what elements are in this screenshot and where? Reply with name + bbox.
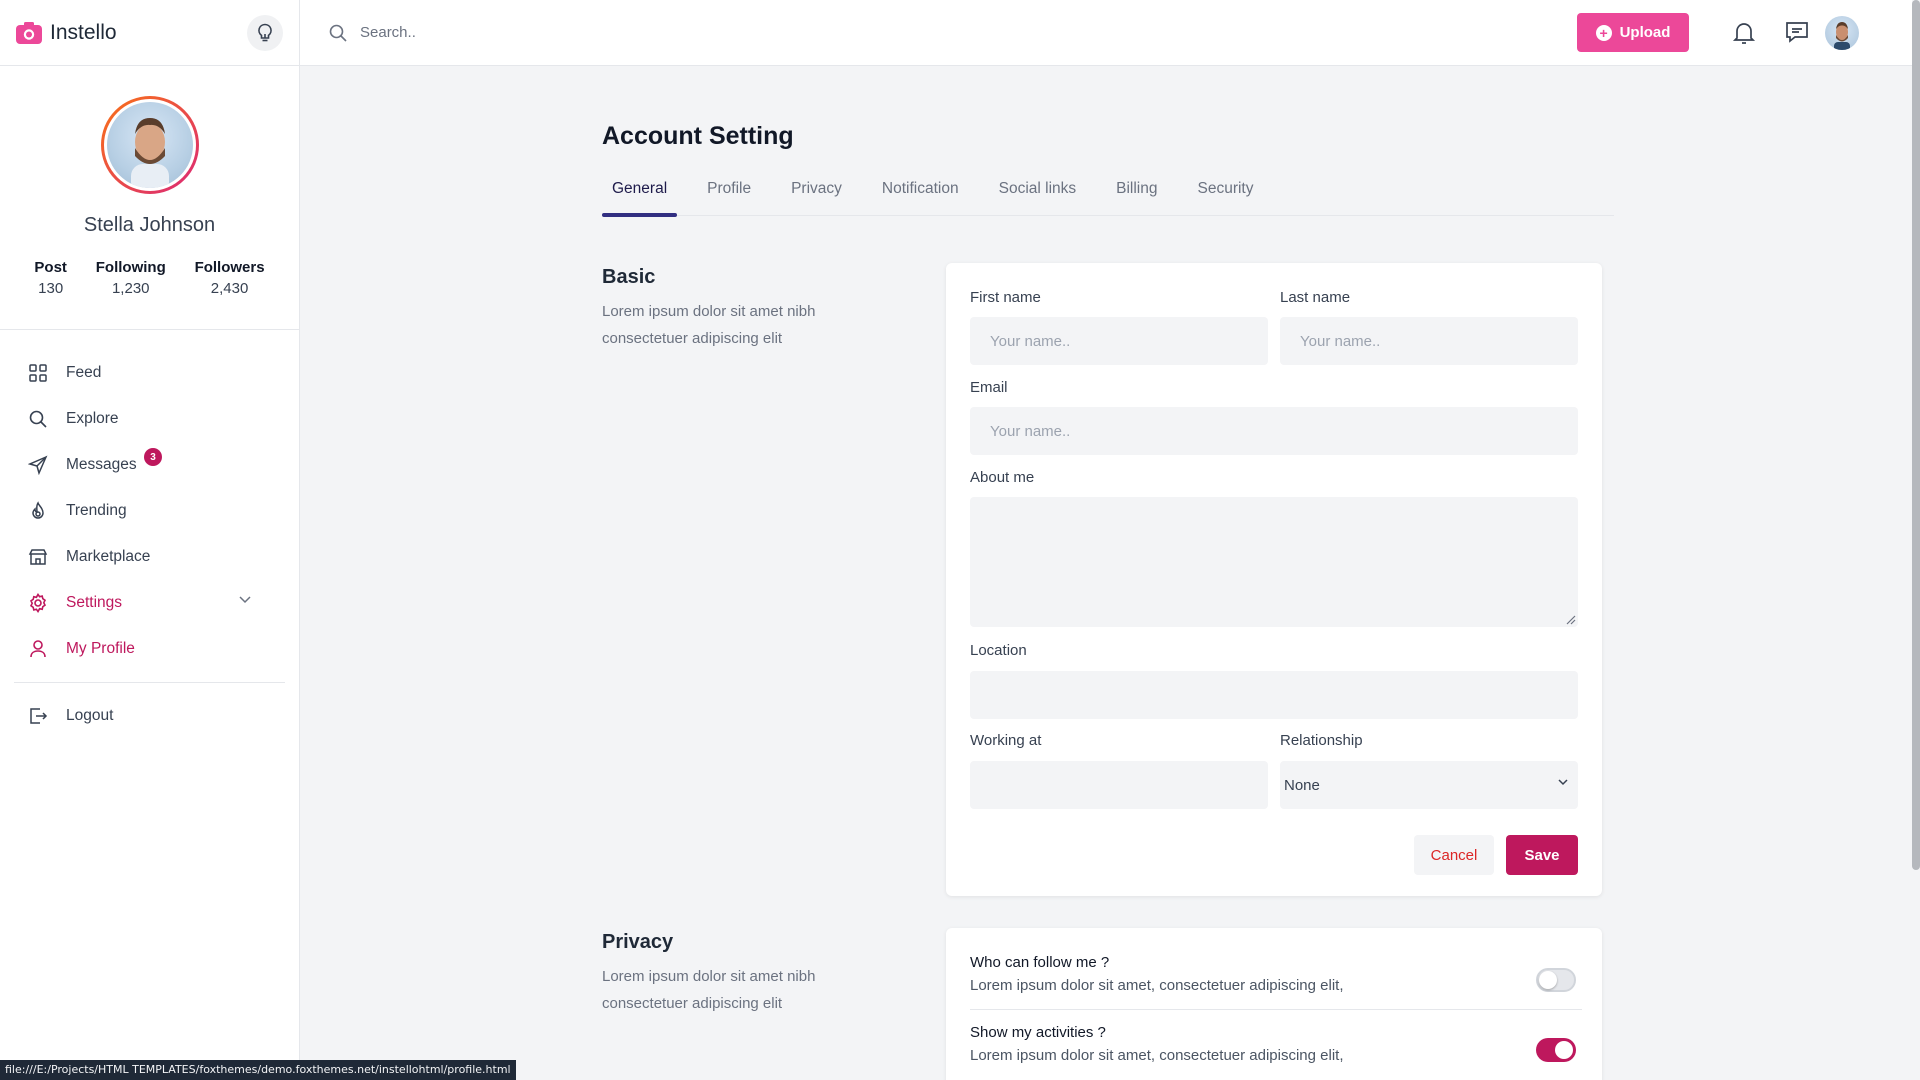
email-input[interactable]: Your name..	[970, 407, 1578, 455]
sidebar-item-label: Messages	[66, 456, 137, 473]
tab-profile[interactable]: Profile	[697, 172, 761, 216]
location-input[interactable]	[970, 671, 1578, 719]
relationship-label: Relationship	[1280, 732, 1363, 749]
lightbulb-icon[interactable]	[247, 14, 283, 51]
first-name-input[interactable]: Your name..	[970, 317, 1268, 365]
brand-bar: Instello	[0, 0, 299, 66]
sidebar-item-label: Explore	[66, 410, 119, 427]
stat-followers[interactable]: Followers 2,430	[195, 259, 265, 297]
save-button[interactable]: Save	[1506, 835, 1578, 875]
scrollbar[interactable]	[1912, 0, 1920, 1080]
search-input[interactable]	[360, 24, 760, 41]
privacy-row-title: Who can follow me ?	[970, 954, 1110, 971]
camera-icon[interactable]	[16, 21, 42, 44]
sidebar-item-messages[interactable]: Messages 3	[0, 442, 299, 488]
store-icon	[28, 549, 48, 565]
tab-notification[interactable]: Notification	[872, 172, 969, 216]
logout-icon	[30, 708, 48, 724]
stat-post[interactable]: Post 130	[34, 259, 67, 297]
sidebar-item-label: Trending	[66, 502, 127, 519]
location-label: Location	[970, 642, 1027, 659]
page-title: Account Setting	[602, 122, 794, 150]
basic-section-title: Basic	[602, 266, 656, 288]
fire-icon	[32, 501, 44, 519]
basic-section-desc: Lorem ipsum dolor sit amet nibh consecte…	[602, 303, 816, 347]
header-avatar[interactable]	[1825, 16, 1859, 50]
privacy-row-activities: Show my activities ? Lorem ipsum dolor s…	[970, 1024, 1582, 1064]
sidebar: Instello Stella Johnson Post130 Followi	[0, 0, 300, 1080]
nav-divider	[14, 682, 285, 683]
privacy-divider	[970, 1009, 1582, 1010]
profile-summary: Stella Johnson Post 130 Following 1,230 Fo…	[0, 66, 299, 330]
follow-toggle[interactable]	[1536, 968, 1576, 992]
sidebar-item-logout[interactable]: Logout	[0, 693, 299, 739]
sidebar-item-explore[interactable]: Explore	[0, 396, 299, 442]
tab-security[interactable]: Security	[1188, 172, 1264, 216]
chat-icon[interactable]	[1784, 20, 1810, 44]
status-bar-url: file:///E:/Projects/HTML TEMPLATES/foxth…	[0, 1060, 516, 1080]
tab-general[interactable]: General	[602, 172, 678, 217]
working-at-label: Working at	[970, 732, 1042, 749]
sidebar-item-trending[interactable]: Trending	[0, 488, 299, 534]
gear-icon	[29, 593, 47, 613]
chevron-down-icon[interactable]	[239, 596, 251, 604]
sidebar-item-label: Settings	[66, 594, 123, 611]
privacy-row-follow: Who can follow me ? Lorem ipsum dolor si…	[970, 954, 1582, 994]
sidebar-item-my-profile[interactable]: My Profile	[0, 626, 299, 672]
privacy-row-desc: Lorem ipsum dolor sit amet, consectetuer…	[970, 977, 1344, 994]
chevron-down-icon	[1558, 779, 1568, 786]
profile-stats: Post 130 Following 1,230 Followers 2,430	[0, 259, 299, 297]
plus-icon: +	[1595, 24, 1612, 41]
sidebar-nav: Feed Explore Messages 3 Trending Marketp…	[0, 330, 299, 739]
last-name-input[interactable]: Your name..	[1280, 317, 1578, 365]
grid-icon	[29, 364, 47, 382]
activities-toggle[interactable]	[1536, 1038, 1576, 1062]
privacy-section-title: Privacy	[602, 931, 674, 953]
about-me-label: About me	[970, 469, 1035, 486]
working-at-input[interactable]	[970, 761, 1268, 809]
relationship-select[interactable]: None	[1280, 761, 1578, 809]
sidebar-item-marketplace[interactable]: Marketplace	[0, 534, 299, 580]
avatar[interactable]	[100, 96, 199, 194]
stat-following[interactable]: Following 1,230	[96, 259, 166, 297]
first-name-label: First name	[970, 289, 1041, 306]
privacy-row-title: Show my activities ?	[970, 1024, 1106, 1041]
tab-privacy[interactable]: Privacy	[781, 172, 852, 216]
upload-button[interactable]: + Upload	[1577, 13, 1689, 52]
sidebar-item-label: Logout	[66, 707, 114, 724]
privacy-row-desc: Lorem ipsum dolor sit amet, consectetuer…	[970, 1047, 1344, 1064]
last-name-label: Last name	[1280, 289, 1351, 306]
settings-tabs: General Profile Privacy Notification Soc…	[602, 172, 1614, 217]
top-header: + Upload	[300, 0, 1920, 66]
cancel-button[interactable]: Cancel	[1414, 835, 1494, 875]
sidebar-item-label: My Profile	[66, 640, 135, 657]
scrollbar-thumb[interactable]	[1912, 0, 1920, 870]
sidebar-item-label: Marketplace	[66, 548, 151, 565]
privacy-card: Who can follow me ? Lorem ipsum dolor si…	[946, 928, 1602, 1080]
sidebar-item-feed[interactable]: Feed	[0, 350, 299, 396]
sidebar-item-label: Feed	[66, 364, 102, 381]
resize-handle-icon[interactable]	[1564, 613, 1576, 625]
brand-name[interactable]: Instello	[50, 21, 247, 45]
basic-info-card: First name Your name.. Last name Your na…	[946, 263, 1602, 896]
profile-name: Stella Johnson	[83, 214, 216, 236]
send-icon	[28, 455, 48, 475]
sidebar-item-settings[interactable]: Settings	[0, 580, 299, 626]
user-icon	[30, 640, 46, 658]
tab-social-links[interactable]: Social links	[989, 172, 1087, 216]
search-icon	[29, 410, 47, 428]
email-label: Email	[970, 379, 1008, 396]
bell-icon[interactable]	[1732, 20, 1756, 46]
messages-badge: 3	[144, 448, 162, 466]
tab-billing[interactable]: Billing	[1106, 172, 1167, 216]
search-icon[interactable]	[328, 23, 348, 43]
about-me-textarea[interactable]	[970, 497, 1578, 627]
privacy-section-desc: Lorem ipsum dolor sit amet nibh consecte…	[602, 968, 816, 1012]
